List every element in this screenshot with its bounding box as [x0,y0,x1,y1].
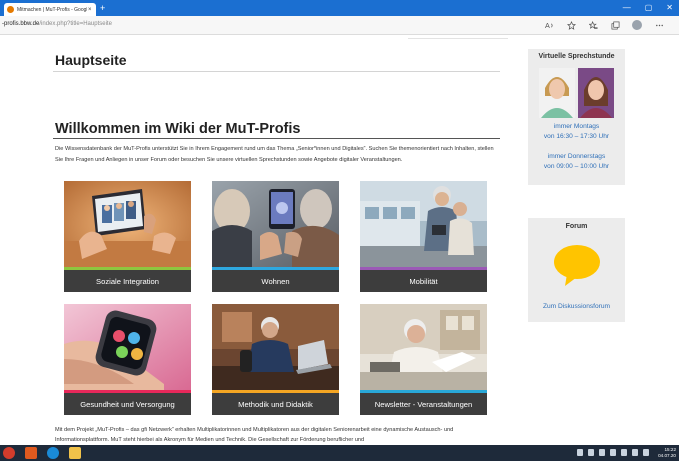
divider [53,138,500,139]
system-clock[interactable]: 15:22 04.07.20 [658,447,676,459]
tile-gesundheit[interactable]: Gesundheit und Versorgung [64,304,191,415]
forum-link[interactable]: Zum Diskussionsforum [528,302,625,312]
new-tab-button[interactable]: + [100,2,105,14]
sprechstunde-title: Virtuelle Sprechstunde [538,53,615,60]
tile-newsletter[interactable]: Newsletter - Veranstaltungen [360,304,487,415]
wifi-icon[interactable] [632,449,638,456]
url-field[interactable]: -profis.bbw.de/index.php?title=Hauptseit… [2,21,112,27]
file-explorer-icon[interactable] [69,447,81,459]
tab-favicon-icon [7,6,14,13]
intro-text: Die Wissensdatenbank der MuT-Profis unte… [55,146,494,163]
tile-image [360,304,487,390]
tile-wohnen[interactable]: Wohnen [212,181,339,292]
tile-label: Gesundheit und Versorgung [80,399,175,409]
clock-date: 04.07.20 [658,453,676,458]
windows-taskbar: 15:22 04.07.20 [0,445,679,461]
close-window-button[interactable]: ✕ [666,2,673,14]
start-button-icon[interactable] [3,447,15,459]
host-photo-1 [539,68,575,118]
url-domain: -profis.bbw.de [2,21,40,27]
favorite-star-icon[interactable] [565,19,577,31]
tile-label: Wohnen [261,276,290,286]
tray-icon[interactable] [588,449,594,456]
monday-day-link[interactable]: immer Montags [528,122,625,132]
edge-browser-icon[interactable] [47,447,59,459]
address-bar: -profis.bbw.de/index.php?title=Hauptseit… [0,16,679,35]
project-description: Mit dem Projekt „MuT-Profis – das gfi Ne… [55,427,454,443]
profile-icon[interactable] [631,19,643,31]
tab-title: Mitmachen | MuT-Profis - Google Chrome [17,6,87,13]
speech-bubble-icon[interactable] [553,244,601,293]
tray-icon[interactable] [599,449,605,456]
more-menu-icon[interactable] [653,19,665,31]
tile-image [64,304,191,390]
tile-label: Methodik und Didaktik [238,399,313,409]
tile-mobilitaet[interactable]: Mobilität [360,181,487,292]
tile-soziale-integration[interactable]: Soziale Integration [64,181,191,292]
browser-tab[interactable]: Mitmachen | MuT-Profis - Google Chrome × [4,3,96,16]
tab-close-icon[interactable]: × [88,7,92,13]
page-title: Hauptseite [55,52,127,68]
wiki-page: Hauptseite Willkommen im Wiki der MuT-Pr… [0,35,679,445]
tile-methodik[interactable]: Methodik und Didaktik [212,304,339,415]
maximize-button[interactable]: ▢ [645,2,653,14]
tray-icon[interactable] [621,449,627,456]
tile-image [64,181,191,267]
browser-titlebar: Mitmachen | MuT-Profis - Google Chrome ×… [0,0,679,16]
tile-image [360,181,487,267]
forum-title: Forum [565,223,588,230]
tile-image [212,304,339,390]
url-path: /index.php?title=Hauptseite [39,21,112,27]
sprechstunde-box: Virtuelle Sprechstunde immer Montags von… [528,49,625,185]
volume-icon[interactable] [643,449,649,456]
thursday-day-link[interactable]: immer Donnerstags [528,152,625,162]
welcome-heading: Willkommen im Wiki der MuT-Profis [55,121,301,137]
svg-text:A: A [545,21,550,30]
divider [408,38,508,39]
minimize-button[interactable]: — [623,2,631,14]
host-photo-2 [578,68,614,118]
app-icon[interactable] [25,447,37,459]
tile-label: Newsletter - Veranstaltungen [374,399,473,409]
monday-time-link[interactable]: von 16:30 – 17:30 Uhr [528,132,625,142]
tile-image [212,181,339,267]
tray-icon[interactable] [577,449,583,456]
forum-box: Forum Zum Diskussionsforum [528,218,625,322]
tray-icon[interactable] [610,449,616,456]
read-aloud-icon[interactable]: A [543,19,555,31]
thursday-time-link[interactable]: von 09:00 – 10:00 Uhr [528,162,625,172]
tile-label: Soziale Integration [96,276,159,286]
tile-label: Mobilität [409,276,438,286]
favorites-icon[interactable] [587,19,599,31]
collections-icon[interactable] [609,19,621,31]
divider [53,71,500,72]
